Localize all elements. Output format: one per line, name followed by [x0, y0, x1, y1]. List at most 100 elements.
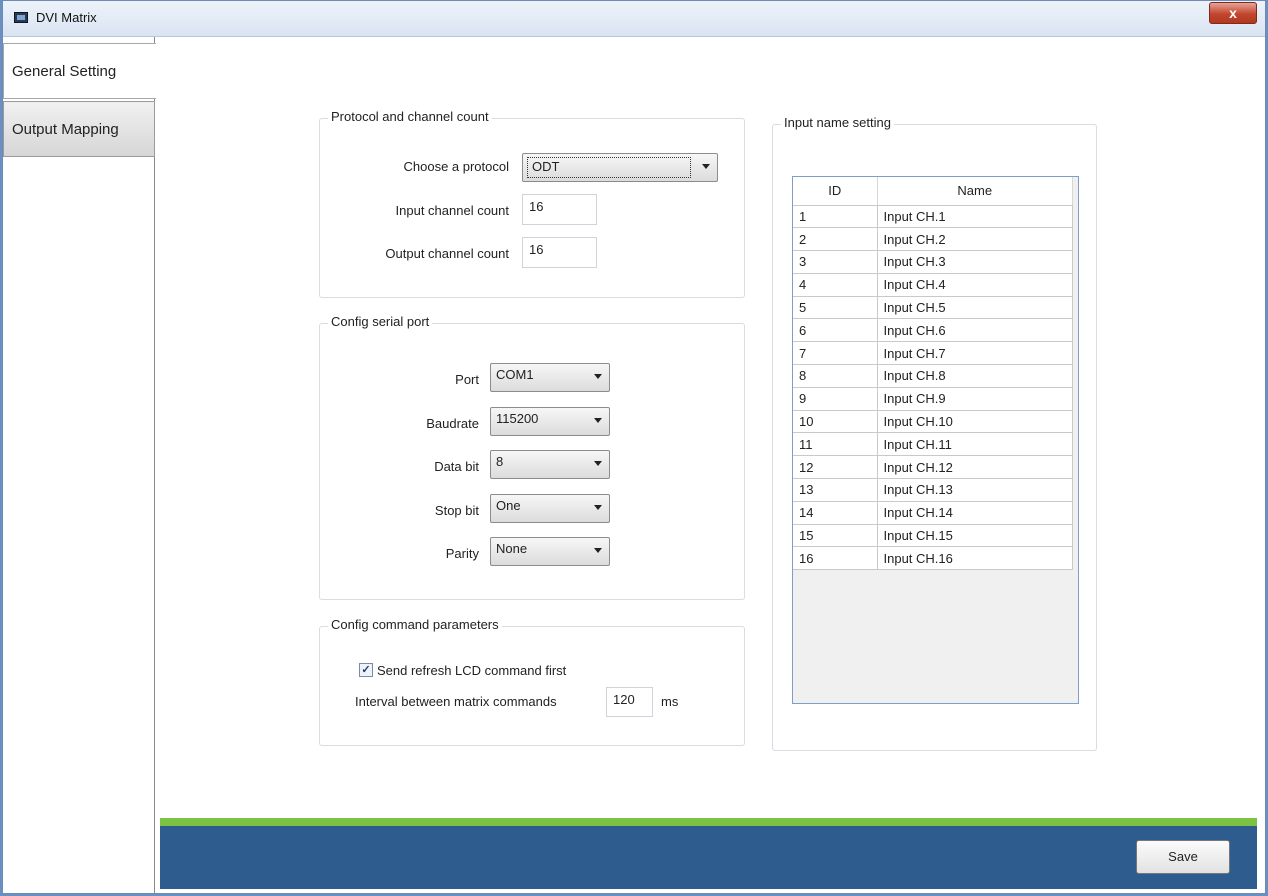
parity-value: None: [496, 541, 528, 556]
row-name[interactable]: Input CH.9: [877, 387, 1073, 411]
parity-select[interactable]: None: [490, 537, 610, 566]
row-name[interactable]: Input CH.10: [877, 410, 1073, 434]
row-id: 5: [793, 296, 878, 320]
table-row[interactable]: 3 Input CH.3: [793, 250, 1073, 274]
window-title: DVI Matrix: [36, 10, 97, 25]
row-id: 12: [793, 455, 878, 480]
row-name[interactable]: Input CH.16: [877, 546, 1073, 571]
interval-unit: ms: [661, 694, 679, 709]
sidebar: General Setting Output Mapping: [3, 37, 156, 893]
table-row[interactable]: 6 Input CH.6: [793, 318, 1073, 343]
data-bit-label: Data bit: [434, 459, 479, 474]
row-id: 9: [793, 387, 878, 411]
row-name[interactable]: Input CH.3: [877, 250, 1073, 274]
table-row[interactable]: 16 Input CH.16: [793, 546, 1073, 571]
app-icon: [14, 12, 28, 23]
command-group-title: Config command parameters: [328, 617, 502, 632]
column-header-id[interactable]: ID: [793, 177, 878, 206]
table-row[interactable]: 15 Input CH.15: [793, 524, 1073, 548]
close-button[interactable]: x: [1209, 2, 1257, 24]
table-row[interactable]: 4 Input CH.4: [793, 273, 1073, 297]
row-name[interactable]: Input CH.12: [877, 455, 1073, 480]
row-name[interactable]: Input CH.2: [877, 227, 1073, 252]
data-bit-value: 8: [496, 454, 504, 469]
row-id: 3: [793, 250, 878, 274]
protocol-label: Choose a protocol: [403, 159, 509, 174]
port-value: COM1: [496, 367, 534, 382]
save-button[interactable]: Save: [1136, 840, 1230, 874]
command-group: Config command parameters: [319, 617, 745, 746]
port-select[interactable]: COM1: [490, 363, 610, 392]
parity-label: Parity: [445, 546, 479, 561]
table-row[interactable]: 2 Input CH.2: [793, 227, 1073, 252]
app-window: DVI Matrix x General Setting Output Mapp…: [2, 0, 1266, 894]
interval-label: Interval between matrix commands: [355, 694, 557, 709]
table-row[interactable]: 14 Input CH.14: [793, 501, 1073, 525]
row-name[interactable]: Input CH.5: [877, 296, 1073, 320]
interval-field[interactable]: 120: [606, 687, 653, 717]
chevron-down-icon: [594, 374, 602, 379]
table-header-row: ID Name: [793, 177, 1073, 206]
row-id: 14: [793, 501, 878, 525]
baudrate-select[interactable]: 115200: [490, 407, 610, 436]
row-name[interactable]: Input CH.13: [877, 478, 1073, 502]
row-id: 15: [793, 524, 878, 548]
row-name[interactable]: Input CH.1: [877, 205, 1073, 229]
port-label: Port: [455, 372, 479, 387]
table-row[interactable]: 9 Input CH.9: [793, 387, 1073, 411]
refresh-lcd-checkbox[interactable]: ✓: [359, 663, 373, 677]
row-id: 6: [793, 318, 878, 343]
table-row[interactable]: 5 Input CH.5: [793, 296, 1073, 320]
row-name[interactable]: Input CH.4: [877, 273, 1073, 297]
output-count-label: Output channel count: [385, 246, 509, 261]
chevron-down-icon: [594, 418, 602, 423]
output-count-field[interactable]: 16: [522, 237, 597, 268]
baudrate-value: 115200: [496, 411, 539, 426]
protocol-value: ODT: [527, 157, 691, 178]
refresh-lcd-label: Send refresh LCD command first: [377, 663, 567, 678]
serial-port-group-title: Config serial port: [328, 314, 433, 329]
row-id: 11: [793, 432, 878, 457]
data-bit-select[interactable]: 8: [490, 450, 610, 479]
table-row[interactable]: 8 Input CH.8: [793, 364, 1073, 388]
row-name[interactable]: Input CH.11: [877, 432, 1073, 457]
tab-general-setting[interactable]: General Setting: [3, 43, 156, 99]
row-name[interactable]: Input CH.8: [877, 364, 1073, 388]
input-count-field[interactable]: 16: [522, 194, 597, 225]
input-name-table: ID Name 1 Input CH.1 2 Input CH.2 3 Input C…: [793, 177, 1073, 571]
column-header-name[interactable]: Name: [877, 177, 1073, 206]
table-row[interactable]: 13 Input CH.13: [793, 478, 1073, 502]
row-id: 13: [793, 478, 878, 502]
tab-output-mapping[interactable]: Output Mapping: [3, 101, 155, 157]
row-id: 8: [793, 364, 878, 388]
protocol-select[interactable]: ODT: [522, 153, 718, 182]
baudrate-label: Baudrate: [426, 416, 479, 431]
chevron-down-icon: [594, 505, 602, 510]
table-row[interactable]: 1 Input CH.1: [793, 205, 1073, 229]
row-name[interactable]: Input CH.6: [877, 318, 1073, 343]
row-id: 16: [793, 546, 878, 571]
title-bar: DVI Matrix x: [3, 1, 1265, 37]
footer-bar: [160, 826, 1257, 889]
footer-accent-bar: [160, 818, 1257, 826]
table-row[interactable]: 7 Input CH.7: [793, 341, 1073, 366]
table-row[interactable]: 12 Input CH.12: [793, 455, 1073, 480]
chevron-down-icon: [594, 461, 602, 466]
table-row[interactable]: 10 Input CH.10: [793, 410, 1073, 434]
protocol-group-title: Protocol and channel count: [328, 109, 492, 124]
input-name-grid[interactable]: ID Name 1 Input CH.1 2 Input CH.2 3 Input C…: [792, 176, 1079, 704]
row-id: 1: [793, 205, 878, 229]
row-name[interactable]: Input CH.14: [877, 501, 1073, 525]
row-id: 10: [793, 410, 878, 434]
row-id: 4: [793, 273, 878, 297]
row-id: 7: [793, 341, 878, 366]
table-row[interactable]: 11 Input CH.11: [793, 432, 1073, 457]
row-id: 2: [793, 227, 878, 252]
row-name[interactable]: Input CH.15: [877, 524, 1073, 548]
stop-bit-select[interactable]: One: [490, 494, 610, 523]
row-name[interactable]: Input CH.7: [877, 341, 1073, 366]
chevron-down-icon: [702, 164, 710, 169]
input-name-group-title: Input name setting: [781, 115, 894, 130]
stop-bit-value: One: [496, 498, 521, 513]
input-count-label: Input channel count: [395, 203, 509, 218]
